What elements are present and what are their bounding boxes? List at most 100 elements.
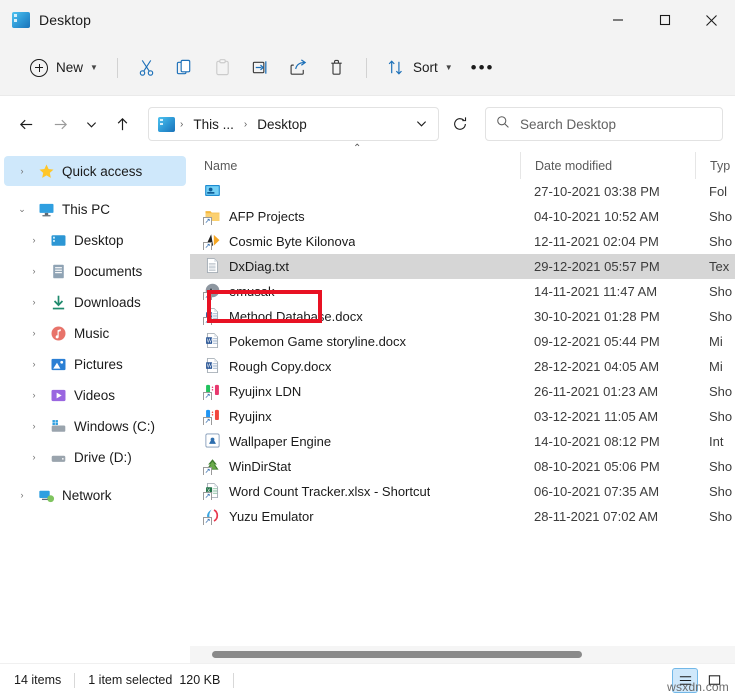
sidebar-item-documents[interactable]: › Documents [4,256,186,286]
sidebar-item-music[interactable]: › Music [4,318,186,348]
breadcrumb[interactable]: › This ... › Desktop [148,107,439,141]
chevron-right-icon[interactable]: › [26,328,42,338]
plus-circle-icon [29,58,49,78]
file-name-cell[interactable]: emusak [190,283,520,300]
window-title: Desktop [39,12,92,28]
chevron-right-icon[interactable]: › [26,390,42,400]
table-row[interactable]: X Word Count Tracker.xlsx - Shortcut 06-10… [190,479,735,504]
file-name-cell[interactable] [190,183,520,200]
file-name-cell[interactable]: Ryujinx [190,408,520,425]
refresh-button[interactable] [445,109,475,139]
breadcrumb-item-desktop[interactable]: Desktop [252,114,312,135]
file-name-label: Ryujinx LDN [229,384,302,399]
table-row[interactable]: DxDiag.txt 29-12-2021 05:57 PM Tex [190,254,735,279]
svg-text:W: W [207,338,212,344]
sidebar-item-downloads[interactable]: › Downloads [4,287,186,317]
chevron-right-icon[interactable]: › [14,490,30,500]
sort-button[interactable]: Sort ▼ [377,50,462,86]
new-button[interactable]: New ▼ [20,50,107,86]
search-input[interactable] [520,116,712,132]
file-name-cell[interactable]: DxDiag.txt [190,258,520,275]
table-row[interactable]: W Method Database.docx 30-10-2021 01:28 PM… [190,304,735,329]
delete-button[interactable] [318,50,356,86]
file-name-cell[interactable]: Ryujinx LDN [190,383,520,400]
chevron-right-icon[interactable]: › [26,235,42,245]
table-row[interactable]: WinDirStat 08-10-2021 05:06 PM Sho [190,454,735,479]
file-name-cell[interactable]: Wallpaper Engine [190,433,520,450]
file-type-cell: Sho [709,459,733,474]
chevron-right-icon[interactable]: › [26,452,42,462]
up-button[interactable] [106,108,138,140]
cut-button[interactable] [128,50,166,86]
sidebar-item-label: Pictures [74,356,123,372]
file-type-cell: Sho [709,509,733,524]
file-type-cell: Sho [709,484,733,499]
table-row[interactable]: Ryujinx 03-12-2021 11:05 AM Sho [190,404,735,429]
folder-icon [203,208,221,225]
table-row[interactable]: Wallpaper Engine 14-10-2021 08:12 PM Int [190,429,735,454]
file-name-cell[interactable]: X Word Count Tracker.xlsx - Shortcut [190,483,520,500]
file-name-cell[interactable]: Cosmic Byte Kilonova [190,233,520,250]
table-row[interactable]: Cosmic Byte Kilonova 12-11-2021 02:04 PM S… [190,229,735,254]
horizontal-scrollbar-thumb[interactable] [212,651,582,658]
sidebar-item-windows-c[interactable]: › Windows (C:) [4,411,186,441]
chevron-right-icon[interactable]: › [26,359,42,369]
file-name-cell[interactable]: W Rough Copy.docx [190,358,520,375]
chevron-down-icon[interactable]: ⌄ [14,204,30,215]
horizontal-scrollbar[interactable] [190,646,735,663]
table-row[interactable]: Yuzu Emulator 28-11-2021 07:02 AM Sho [190,504,735,529]
file-date-cell: 28-11-2021 07:02 AM [534,509,659,524]
sidebar-item-drive-d[interactable]: › Drive (D:) [4,442,186,472]
minimize-button[interactable] [594,0,641,40]
chevron-right-icon[interactable]: › [14,166,30,176]
search-icon [496,115,510,134]
sidebar-item-videos[interactable]: › Videos [4,380,186,410]
file-name-cell[interactable]: W Pokemon Game storyline.docx [190,333,520,350]
sidebar-item-pictures[interactable]: › Pictures [4,349,186,379]
column-header-date-modified[interactable]: Date modified [520,152,695,179]
file-date-cell: 09-12-2021 05:44 PM [534,334,660,349]
file-name-cell[interactable]: WinDirStat [190,458,520,475]
pictures-icon [49,355,67,373]
table-row[interactable]: 27-10-2021 03:38 PM Fol [190,179,735,204]
file-name-cell[interactable]: Yuzu Emulator [190,508,520,525]
chevron-right-icon[interactable]: › [26,266,42,276]
rename-button[interactable] [242,50,280,86]
file-date-cell: 08-10-2021 05:06 PM [534,459,660,474]
recent-locations-button[interactable] [78,108,104,140]
forward-button[interactable] [44,108,76,140]
table-row[interactable]: Ryujinx LDN 26-11-2021 01:23 AM Sho [190,379,735,404]
file-type-cell: Mi [709,334,723,349]
file-name-cell[interactable]: W Method Database.docx [190,308,520,325]
file-name-cell[interactable]: AFP Projects [190,208,520,225]
table-row[interactable]: W Pokemon Game storyline.docx 09-12-2021 0… [190,329,735,354]
column-header-name[interactable]: Name [190,152,520,179]
file-name-label: emusak [229,284,275,299]
share-button[interactable] [280,50,318,86]
see-more-button[interactable]: ••• [462,50,504,86]
back-button[interactable] [10,108,42,140]
breadcrumb-item-this-pc[interactable]: This ... [188,114,239,135]
sidebar-item-network[interactable]: › Network [4,480,186,510]
table-row[interactable]: emusak 14-11-2021 11:47 AM Sho [190,279,735,304]
copy-button[interactable] [166,50,204,86]
file-date-cell: 04-10-2021 10:52 AM [534,209,660,224]
sidebar-item-desktop[interactable]: › Desktop [4,225,186,255]
close-button[interactable] [688,0,735,40]
chevron-right-icon[interactable]: › [26,297,42,307]
chevron-right-icon[interactable]: › [26,421,42,431]
chevron-down-icon-sort: ▼ [444,62,453,72]
table-row[interactable]: AFP Projects 04-10-2021 10:52 AM Sho [190,204,735,229]
breadcrumb-dropdown-icon[interactable] [411,118,432,131]
sidebar-item-this-pc[interactable]: ⌄ This PC [4,194,186,224]
search-box[interactable] [485,107,723,141]
file-name-label: Wallpaper Engine [229,434,332,449]
table-row[interactable]: W Rough Copy.docx 28-12-2021 04:05 AM Mi [190,354,735,379]
desktop-icon [49,231,67,249]
paste-button[interactable] [204,50,242,86]
sidebar-item-quick-access[interactable]: › Quick access [4,156,186,186]
maximize-button[interactable] [641,0,688,40]
file-type-cell: Sho [709,209,733,224]
file-name-label: Cosmic Byte Kilonova [229,234,356,249]
column-header-type[interactable]: Typ [695,152,735,179]
